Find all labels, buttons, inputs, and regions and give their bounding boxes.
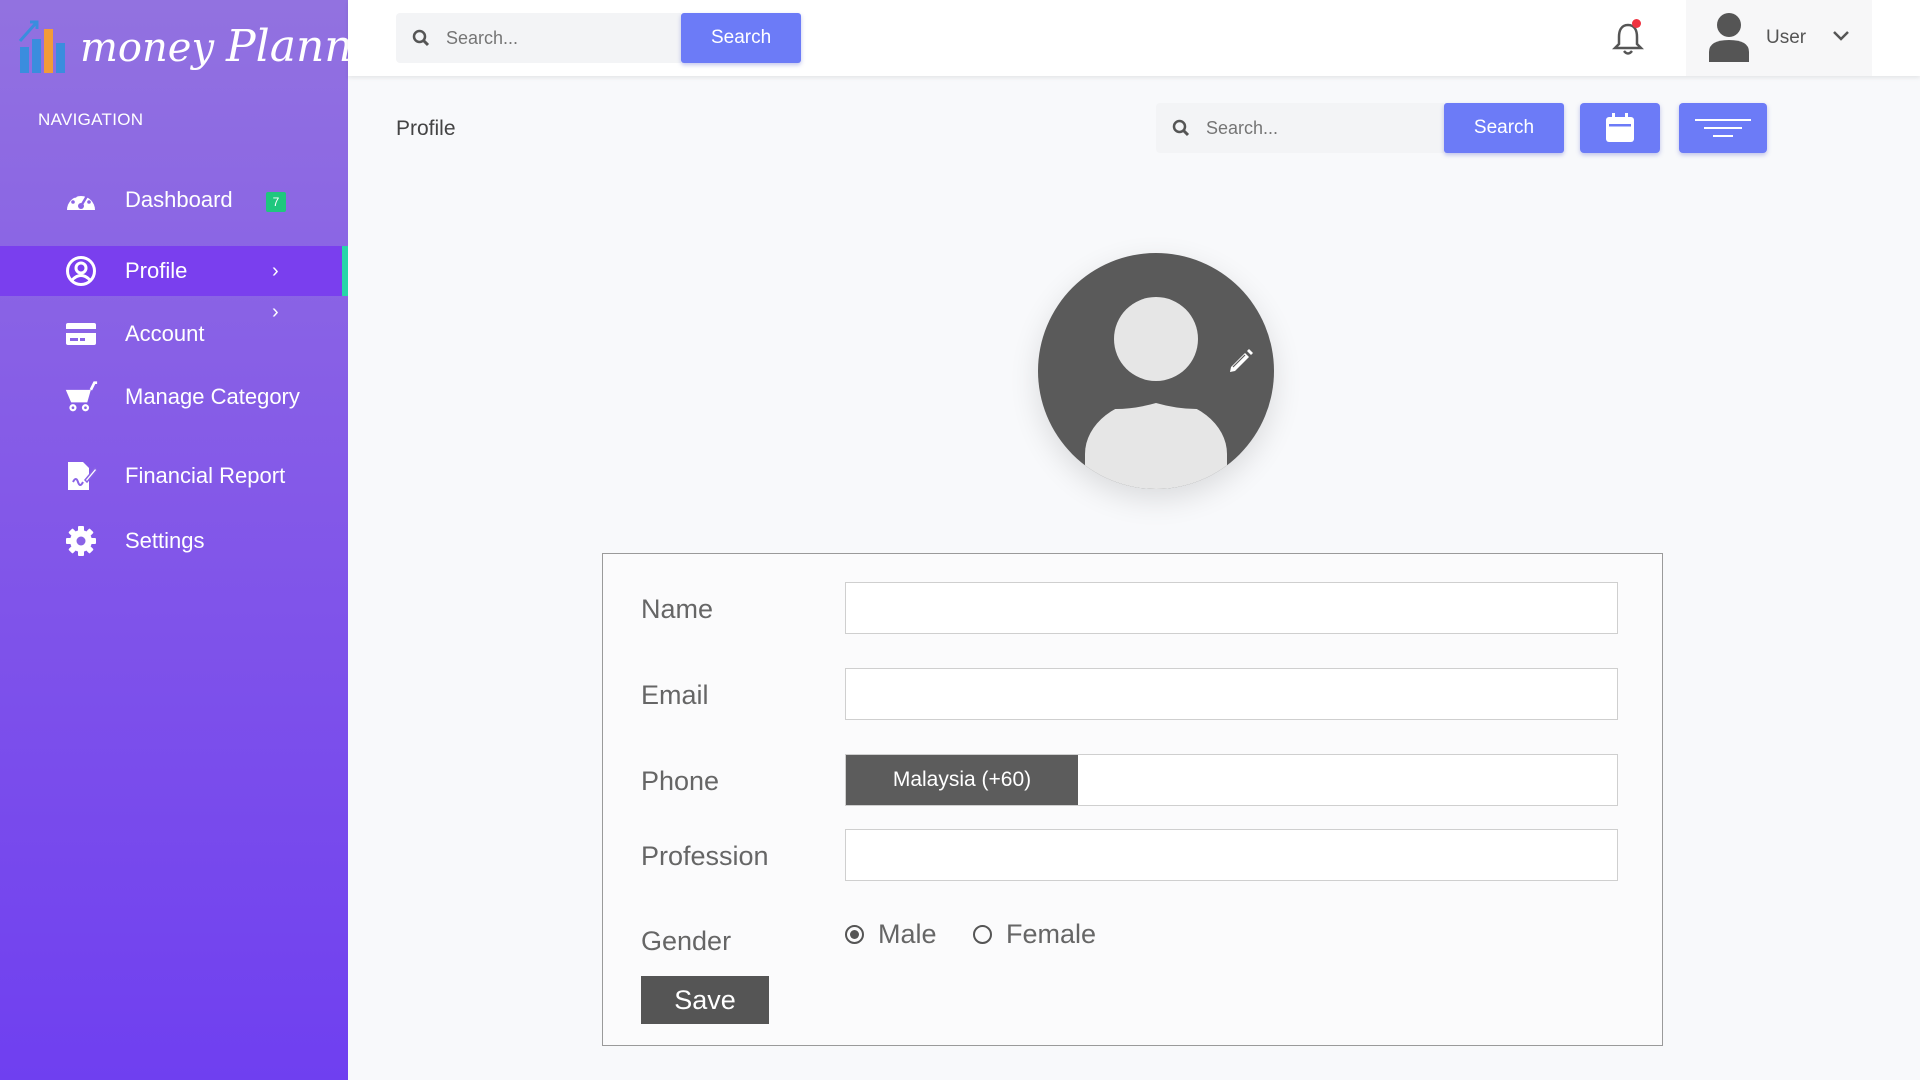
sidebar: money Planner NAVIGATION Dashboard 7 Prof… <box>0 0 400 1080</box>
app-logo[interactable]: money Planner <box>16 14 400 78</box>
radio-label: Male <box>878 919 937 949</box>
phone-label: Phone <box>641 766 720 796</box>
header-search-input[interactable] <box>446 27 666 49</box>
notification-dot <box>1632 19 1641 28</box>
pencil-edit-icon[interactable] <box>1226 346 1256 376</box>
sidebar-item-label: Profile <box>125 258 188 283</box>
name-field[interactable] <box>845 582 1618 634</box>
chevron-right-icon: › <box>272 259 279 282</box>
user-menu[interactable]: User <box>1686 0 1872 76</box>
profession-label: Profession <box>641 841 769 871</box>
dashboard-gauge-icon <box>64 183 98 217</box>
notification-count-badge: 7 <box>266 192 286 212</box>
sidebar-item-label: Settings <box>125 528 205 553</box>
top-bar: Search User <box>348 0 1920 76</box>
avatar-head <box>1114 297 1198 381</box>
sidebar-item-manage-category[interactable]: Manage Category <box>0 372 348 422</box>
page-search: Search <box>1156 103 1564 153</box>
phone-field-group: Malaysia (+60) <box>845 754 1618 806</box>
credit-card-icon <box>64 317 98 351</box>
save-button[interactable]: Save <box>641 976 769 1024</box>
shopping-cart-icon <box>64 380 98 414</box>
search-icon <box>1156 119 1206 137</box>
profession-field[interactable] <box>845 829 1618 881</box>
sidebar-item-label: Financial Report <box>125 463 286 488</box>
gear-icon <box>64 524 98 558</box>
phone-number-field[interactable] <box>1078 755 1617 805</box>
sidebar-item-label: Account <box>125 321 205 346</box>
gender-label: Gender <box>641 926 732 956</box>
sidebar-item-account[interactable]: Account › <box>0 301 348 359</box>
country-code-select[interactable]: Malaysia (+60) <box>846 755 1078 805</box>
filter-button[interactable] <box>1679 103 1767 153</box>
gender-radio-male[interactable]: Male <box>845 919 937 950</box>
calendar-button[interactable] <box>1580 103 1660 153</box>
header-search-button[interactable]: Search <box>681 13 802 63</box>
profile-form: Name Email Phone Malaysia (+60) Professi… <box>602 553 1663 1046</box>
radio-button-checked[interactable] <box>845 925 864 944</box>
logo-word-money: money <box>80 24 215 71</box>
sidebar-item-label: Manage Category <box>125 384 300 409</box>
email-label: Email <box>641 680 709 710</box>
nav-section-title: NAVIGATION <box>38 110 144 129</box>
page-search-button[interactable]: Search <box>1444 103 1564 153</box>
gender-radio-female[interactable]: Female <box>973 919 1096 950</box>
header-search: Search <box>396 13 802 63</box>
user-avatar-icon <box>1709 13 1749 62</box>
sidebar-item-label: Dashboard <box>125 187 233 212</box>
radio-button-unchecked[interactable] <box>973 925 992 944</box>
sidebar-item-profile[interactable]: Profile › <box>0 246 348 296</box>
filter-lines-icon <box>1695 119 1751 137</box>
file-signature-icon <box>64 459 98 493</box>
sidebar-item-dashboard[interactable]: Dashboard 7 <box>0 175 348 225</box>
user-circle-icon <box>64 254 98 288</box>
avatar-neck-gap <box>1078 399 1234 409</box>
page-search-input[interactable] <box>1206 117 1426 139</box>
radio-label: Female <box>1006 919 1097 949</box>
page-title: Profile <box>396 117 456 140</box>
sidebar-item-settings[interactable]: Settings <box>0 516 348 566</box>
calendar-icon <box>1606 113 1634 142</box>
name-label: Name <box>641 594 714 624</box>
bar-chart-logo-icon <box>18 20 65 73</box>
user-name: User <box>1766 27 1807 48</box>
search-icon <box>396 29 446 47</box>
chevron-down-icon <box>1833 31 1849 41</box>
chevron-right-icon: › <box>272 301 279 323</box>
sidebar-item-financial-report[interactable]: Financial Report <box>0 451 348 501</box>
email-field[interactable] <box>845 668 1618 720</box>
